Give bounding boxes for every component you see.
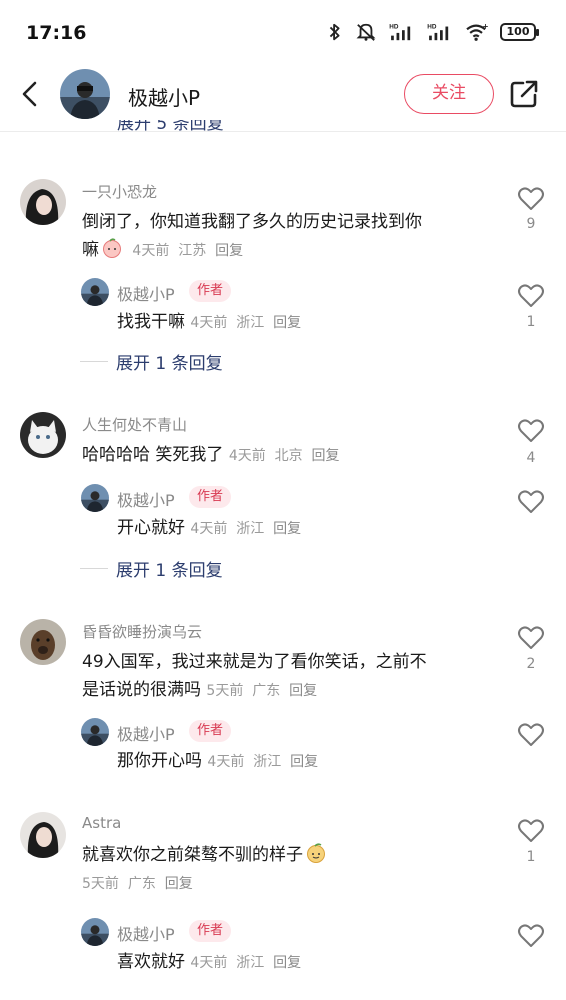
- comment-meta: 4天前 江苏 回复: [132, 243, 244, 259]
- reply-text: 那你开心吗 4天前 浙江 回复: [117, 751, 319, 771]
- reply-text: 找我干嘛 4天前 浙江 回复: [117, 312, 302, 332]
- expand-replies[interactable]: 展开 1 条回复: [80, 556, 223, 581]
- top-nav-bar: 极越小P 关注: [0, 64, 566, 132]
- follow-button[interactable]: 关注: [404, 74, 494, 114]
- comment-text: 哈哈哈哈 笑死我了 4天前 北京 回复: [82, 445, 340, 465]
- reply-link[interactable]: 回复: [165, 876, 193, 892]
- status-bar: 17:16 HD HD + 100: [0, 0, 566, 64]
- author-reply-name[interactable]: 极越小P: [117, 487, 175, 511]
- commenter-name[interactable]: Astra: [82, 814, 121, 832]
- author-reply-avatar[interactable]: [81, 278, 109, 306]
- mute-icon: [356, 23, 376, 41]
- like-count: 9: [526, 216, 536, 232]
- author-tag: 作者: [189, 486, 232, 508]
- comment-meta: 5天前 广东 回复: [82, 876, 193, 892]
- comment-text: 49入国军，我过来就是为了看你笑话，之前不 是话说的很满吗 5天前 广东 回复: [82, 652, 427, 700]
- like-heart-icon[interactable]: [517, 283, 545, 309]
- commenter-name[interactable]: 一只小恐龙: [82, 181, 157, 202]
- author-tag: 作者: [189, 920, 232, 942]
- reply-text: 开心就好 4天前 浙江 回复: [117, 518, 302, 538]
- signal-icon-1: HD: [389, 23, 411, 41]
- like-heart-icon[interactable]: [517, 625, 545, 651]
- svg-text:HD: HD: [389, 23, 399, 30]
- reply-link[interactable]: 回复: [312, 448, 340, 464]
- like-count: 4: [526, 450, 536, 466]
- reply-text: 喜欢就好 4天前 浙江 回复: [117, 952, 302, 972]
- author-reply-avatar[interactable]: [81, 484, 109, 512]
- like-count: 1: [526, 849, 536, 865]
- expand-replies[interactable]: 展开 1 条回复: [80, 349, 223, 374]
- reply-meta: 4天前 浙江 回复: [190, 521, 302, 537]
- author-avatar[interactable]: [60, 69, 110, 119]
- author-reply-name[interactable]: 极越小P: [117, 921, 175, 945]
- reply-meta: 4天前 浙江 回复: [207, 754, 319, 770]
- battery-icon: 100: [500, 23, 539, 41]
- comment-text: 倒闭了，你知道我翻了多久的历史记录找到你 嘛 4天前 江苏 回复: [82, 212, 422, 260]
- divider: [80, 361, 108, 362]
- peach-emoji-icon: [103, 238, 121, 258]
- like-count: 2: [526, 656, 536, 672]
- reply-link[interactable]: 回复: [289, 683, 317, 699]
- commenter-avatar[interactable]: [20, 812, 66, 858]
- svg-text:HD: HD: [427, 23, 437, 30]
- commenter-avatar[interactable]: [20, 412, 66, 458]
- author-tag: 作者: [189, 720, 232, 742]
- svg-text:+: +: [482, 22, 488, 30]
- like-heart-icon[interactable]: [517, 489, 545, 515]
- commenter-avatar[interactable]: [20, 179, 66, 225]
- commenter-name[interactable]: 昏昏欲睡扮演乌云: [82, 621, 202, 642]
- reply-link[interactable]: 回复: [273, 521, 301, 537]
- reply-link[interactable]: 回复: [215, 243, 243, 259]
- face-emoji-icon: [307, 843, 325, 863]
- reply-link[interactable]: 回复: [290, 754, 318, 770]
- reply-link[interactable]: 回复: [273, 955, 301, 971]
- reply-link[interactable]: 回复: [273, 315, 301, 331]
- back-arrow-icon[interactable]: [16, 78, 46, 110]
- share-icon[interactable]: [508, 78, 540, 110]
- author-reply-name[interactable]: 极越小P: [117, 721, 175, 745]
- divider: [80, 568, 108, 569]
- like-heart-icon[interactable]: [517, 923, 545, 949]
- commenter-name[interactable]: 人生何处不青山: [82, 414, 187, 435]
- comment-meta: 5天前 广东 回复: [206, 683, 318, 699]
- commenter-avatar[interactable]: [20, 619, 66, 665]
- reply-meta: 4天前 浙江 回复: [190, 955, 302, 971]
- comment-meta: 4天前 北京 回复: [228, 448, 340, 464]
- bluetooth-icon: [329, 23, 340, 41]
- author-reply-avatar[interactable]: [81, 718, 109, 746]
- author-reply-avatar[interactable]: [81, 918, 109, 946]
- author-reply-name[interactable]: 极越小P: [117, 281, 175, 305]
- reply-meta: 4天前 浙江 回复: [190, 315, 302, 331]
- wifi-icon: +: [466, 22, 489, 41]
- like-heart-icon[interactable]: [517, 186, 545, 212]
- like-count: 1: [526, 314, 536, 330]
- expand-replies-partial[interactable]: 展开 5 条回复: [117, 120, 224, 134]
- like-heart-icon[interactable]: [517, 418, 545, 444]
- status-time: 17:16: [26, 22, 87, 44]
- like-heart-icon[interactable]: [517, 818, 545, 844]
- like-heart-icon[interactable]: [517, 722, 545, 748]
- status-icons: HD HD + 100: [326, 22, 539, 42]
- signal-icon-2: HD: [427, 23, 449, 41]
- author-name: 极越小P: [128, 86, 201, 110]
- comment-text: 就喜欢你之前桀骜不驯的样子 5天前 广东 回复: [82, 841, 492, 898]
- author-tag: 作者: [189, 280, 232, 302]
